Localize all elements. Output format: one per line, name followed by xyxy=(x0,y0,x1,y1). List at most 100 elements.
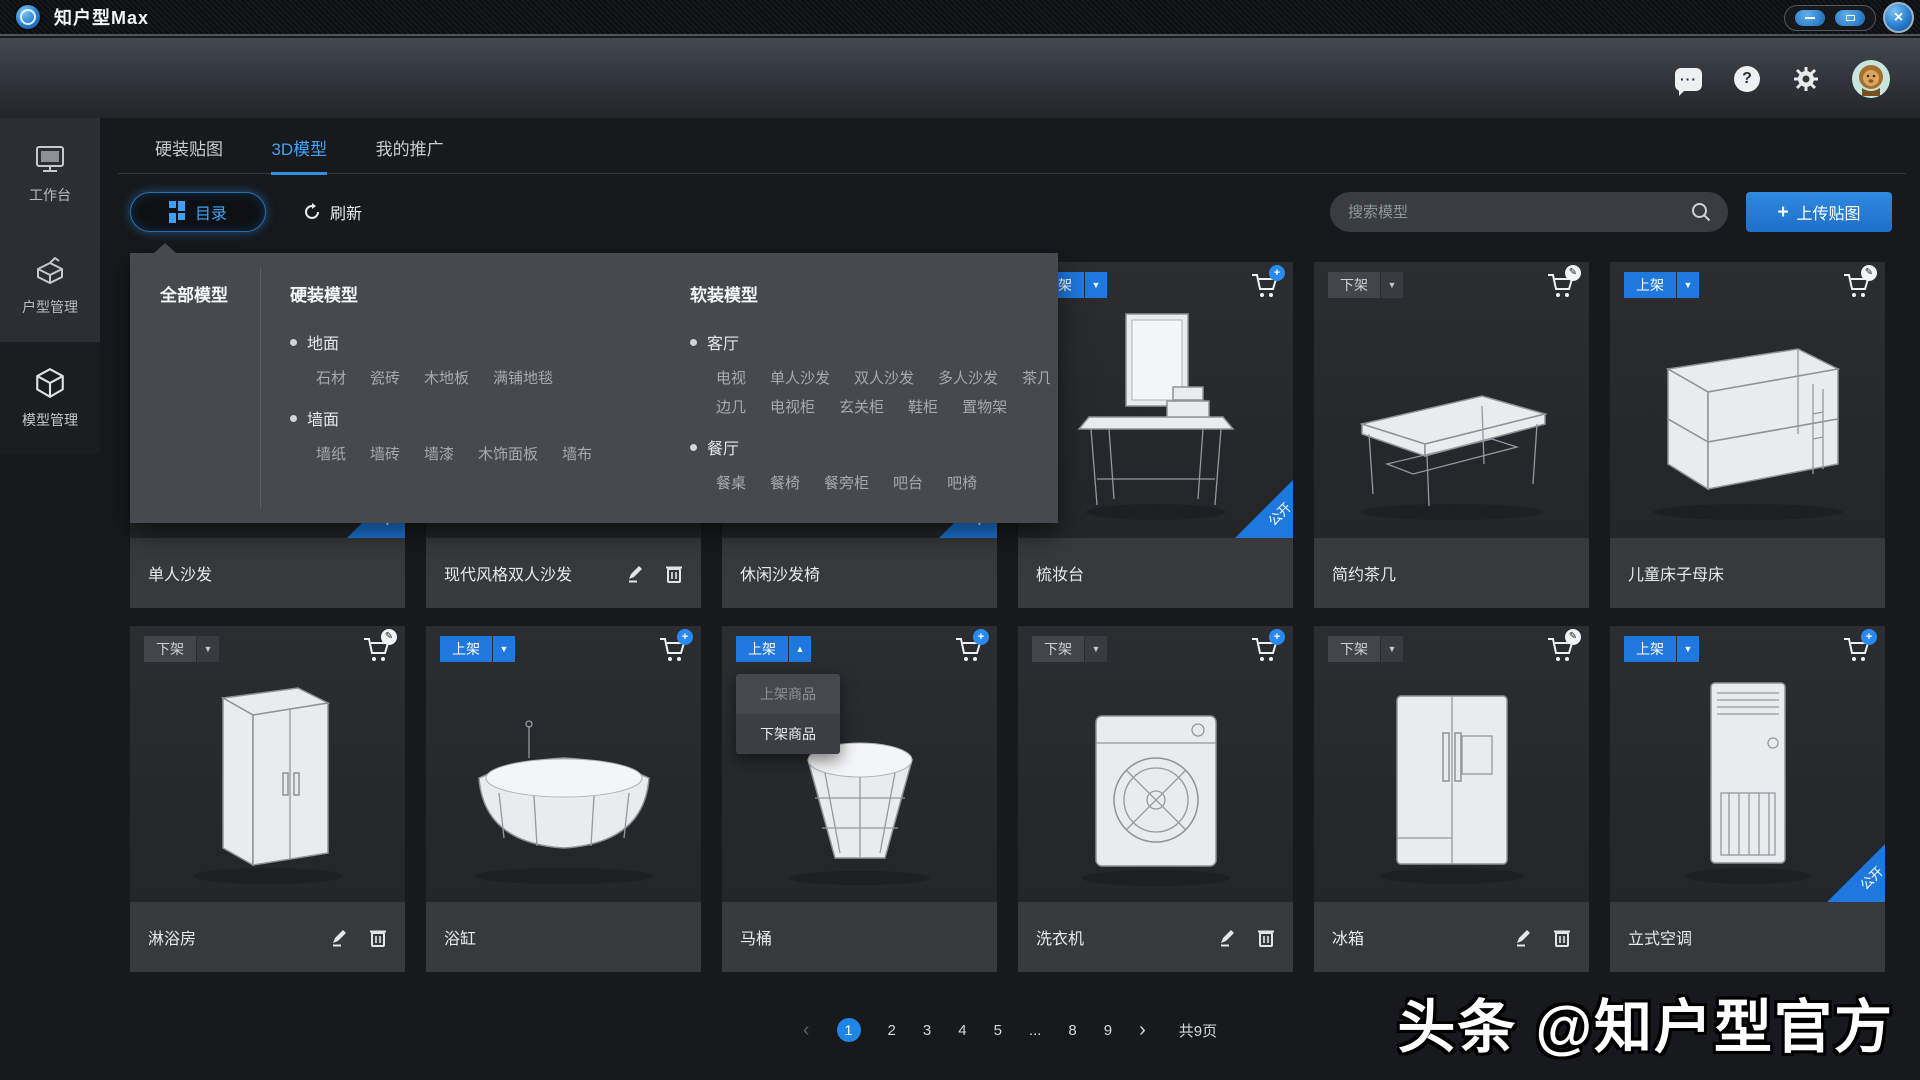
catalog-tag[interactable]: 玄关柜 xyxy=(839,396,884,417)
add-to-cart-icon[interactable]: ✎ xyxy=(1841,270,1873,302)
trash-icon[interactable] xyxy=(665,563,683,583)
model-preview-bathtub[interactable]: 上架 ▼ + xyxy=(426,626,701,902)
catalog-tag[interactable]: 墙布 xyxy=(562,443,592,464)
page-number[interactable]: 2 xyxy=(888,1022,896,1039)
upload-texture-button[interactable]: + 上传贴图 xyxy=(1746,192,1892,232)
page-number-current[interactable]: 1 xyxy=(837,1018,861,1042)
status-label[interactable]: 下架 xyxy=(1328,272,1380,298)
edit-pencil-icon[interactable] xyxy=(1513,927,1533,947)
add-to-cart-icon[interactable]: + xyxy=(657,634,689,666)
status-label[interactable]: 上架 xyxy=(1624,636,1676,662)
trash-icon[interactable] xyxy=(1553,927,1571,947)
page-number[interactable]: 8 xyxy=(1068,1022,1076,1039)
tab-my-promotion[interactable]: 我的推广 xyxy=(376,135,444,172)
settings-gear-icon[interactable] xyxy=(1792,65,1820,93)
catalog-tag[interactable]: 木饰面板 xyxy=(478,443,538,464)
catalog-tag[interactable]: 餐旁柜 xyxy=(824,472,869,493)
catalog-tag[interactable]: 瓷砖 xyxy=(370,367,400,388)
sidebar-item-workbench[interactable]: 工作台 xyxy=(0,118,100,230)
tab-3d-models[interactable]: 3D模型 xyxy=(271,135,327,175)
catalog-tag[interactable]: 木地板 xyxy=(424,367,469,388)
catalog-tag[interactable]: 多人沙发 xyxy=(938,367,998,388)
catalog-tag[interactable]: 满铺地毯 xyxy=(493,367,553,388)
page-number[interactable]: 3 xyxy=(923,1022,931,1039)
search-input[interactable] xyxy=(1346,203,1690,222)
catalog-group-diningroom[interactable]: 餐厅 xyxy=(690,435,1050,459)
status-label[interactable]: 下架 xyxy=(1032,636,1084,662)
edit-pencil-icon[interactable] xyxy=(625,563,645,583)
messages-icon[interactable]: ··· xyxy=(1675,68,1702,91)
catalog-button[interactable]: 目录 xyxy=(130,192,266,232)
catalog-tag[interactable]: 墙漆 xyxy=(424,443,454,464)
catalog-tag[interactable]: 单人沙发 xyxy=(770,367,830,388)
menu-item-take-off-shelf[interactable]: 下架商品 xyxy=(736,714,840,754)
model-preview-washing-machine[interactable]: 下架 ▼ + xyxy=(1018,626,1293,902)
edit-pencil-icon[interactable] xyxy=(1217,927,1237,947)
catalog-tag[interactable]: 餐椅 xyxy=(770,472,800,493)
model-preview-tea-table[interactable]: 下架 ▼ ✎ xyxy=(1314,262,1589,538)
catalog-tag[interactable]: 吧台 xyxy=(893,472,923,493)
catalog-tag[interactable]: 吧椅 xyxy=(947,472,977,493)
next-page-icon[interactable]: › xyxy=(1139,1020,1146,1040)
catalog-tag[interactable]: 墙砖 xyxy=(370,443,400,464)
caret-down-icon[interactable]: ▼ xyxy=(1085,636,1107,662)
search-icon[interactable] xyxy=(1690,201,1712,223)
catalog-tag[interactable]: 电视 xyxy=(716,367,746,388)
catalog-tag[interactable]: 餐桌 xyxy=(716,472,746,493)
status-label[interactable]: 下架 xyxy=(144,636,196,662)
close-button[interactable]: × xyxy=(1883,2,1914,33)
prev-page-icon[interactable]: ‹ xyxy=(803,1020,810,1040)
status-label[interactable]: 上架 xyxy=(736,636,788,662)
catalog-tag[interactable]: 墙纸 xyxy=(316,443,346,464)
page-number[interactable]: 5 xyxy=(994,1022,1002,1039)
model-preview-fridge[interactable]: 下架 ▼ ✎ xyxy=(1314,626,1589,902)
add-to-cart-icon[interactable]: + xyxy=(1249,270,1281,302)
catalog-group-floor[interactable]: 地面 xyxy=(290,330,670,354)
catalog-group-wall[interactable]: 墙面 xyxy=(290,406,670,430)
model-preview-dressing-table[interactable]: 上架 ▼ + xyxy=(1018,262,1293,538)
catalog-group-livingroom[interactable]: 客厅 xyxy=(690,330,1050,354)
restore-button[interactable] xyxy=(1835,10,1865,26)
add-to-cart-icon[interactable]: + xyxy=(953,634,985,666)
catalog-tag[interactable]: 茶几 xyxy=(1022,367,1050,388)
trash-icon[interactable] xyxy=(1257,927,1275,947)
model-preview-shower[interactable]: 下架 ▼ ✎ xyxy=(130,626,405,902)
sidebar-item-models[interactable]: 模型管理 xyxy=(0,342,100,454)
caret-down-icon[interactable]: ▼ xyxy=(1381,636,1403,662)
add-to-cart-icon[interactable]: ✎ xyxy=(1545,270,1577,302)
caret-down-icon[interactable]: ▼ xyxy=(1677,272,1699,298)
page-number[interactable]: 9 xyxy=(1104,1022,1112,1039)
edit-pencil-icon[interactable] xyxy=(329,927,349,947)
add-to-cart-icon[interactable]: + xyxy=(1841,634,1873,666)
caret-down-icon[interactable]: ▼ xyxy=(1085,272,1107,298)
model-preview-toilet[interactable]: 上架 ▲ + 上架商品 下架商品 xyxy=(722,626,997,902)
trash-icon[interactable] xyxy=(369,927,387,947)
catalog-tag[interactable]: 边几 xyxy=(716,396,746,417)
model-preview-bunk-bed[interactable]: 上架 ▼ ✎ xyxy=(1610,262,1885,538)
add-to-cart-icon[interactable]: ✎ xyxy=(1545,634,1577,666)
catalog-group-bedroom[interactable]: 卧室 xyxy=(690,511,1050,513)
tab-hard-textures[interactable]: 硬装贴图 xyxy=(155,135,223,172)
catalog-tag[interactable]: 双人沙发 xyxy=(854,367,914,388)
sidebar-item-floorplan[interactable]: 户型管理 xyxy=(0,230,100,342)
page-number[interactable]: 4 xyxy=(958,1022,966,1039)
model-preview-air-conditioner[interactable]: 上架 ▼ + xyxy=(1610,626,1885,902)
user-avatar[interactable] xyxy=(1852,60,1890,98)
minimize-button[interactable] xyxy=(1795,10,1825,26)
catalog-tag[interactable]: 置物架 xyxy=(962,396,1007,417)
caret-down-icon[interactable]: ▼ xyxy=(197,636,219,662)
status-label[interactable]: 下架 xyxy=(1328,636,1380,662)
caret-down-icon[interactable]: ▼ xyxy=(1677,636,1699,662)
catalog-tag[interactable]: 鞋柜 xyxy=(908,396,938,417)
catalog-tag[interactable]: 电视柜 xyxy=(770,396,815,417)
caret-up-icon[interactable]: ▲ xyxy=(789,636,811,662)
catalog-tag[interactable]: 石材 xyxy=(316,367,346,388)
add-to-cart-icon[interactable]: ✎ xyxy=(361,634,393,666)
help-icon[interactable]: ? xyxy=(1734,66,1760,92)
caret-down-icon[interactable]: ▼ xyxy=(493,636,515,662)
catalog-all-models[interactable]: 全部模型 xyxy=(160,281,228,306)
refresh-button[interactable]: 刷新 xyxy=(302,200,362,224)
status-label[interactable]: 上架 xyxy=(1624,272,1676,298)
add-to-cart-icon[interactable]: + xyxy=(1249,634,1281,666)
menu-item-put-on-shelf[interactable]: 上架商品 xyxy=(736,674,840,714)
